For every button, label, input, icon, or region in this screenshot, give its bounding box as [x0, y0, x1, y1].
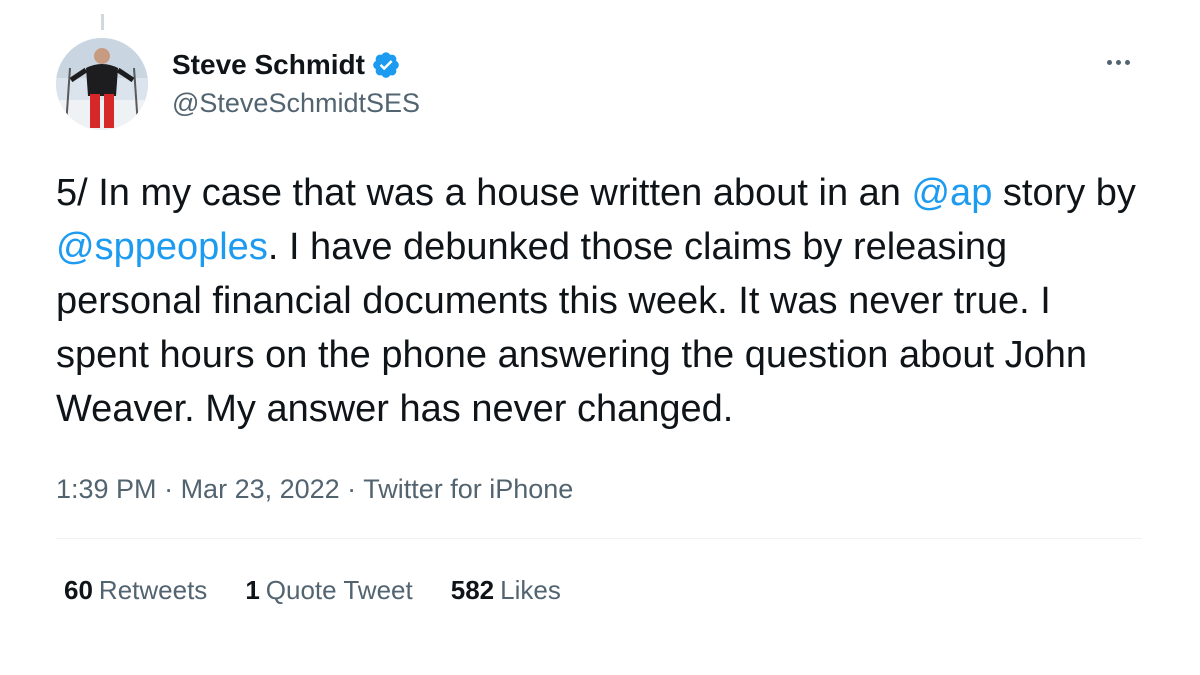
more-options-icon[interactable] — [1098, 52, 1138, 72]
more-dot — [1124, 59, 1130, 65]
tweet-time-link[interactable]: 1:39 PM · Mar 23, 2022 — [56, 474, 340, 504]
likes-stat[interactable]: 582 Likes — [451, 575, 561, 606]
tweet-card: Steve Schmidt @SteveSchmidtSES 5/ In my … — [56, 36, 1142, 641]
meta-separator: · — [339, 474, 364, 504]
mention-link-sppeoples[interactable]: @sppeoples — [56, 226, 268, 268]
more-dot — [1106, 59, 1112, 65]
tweet-text-part: story by — [992, 172, 1136, 214]
quote-tweets-label: Quote Tweet — [265, 574, 413, 605]
tweet-header: Steve Schmidt @SteveSchmidtSES — [56, 36, 1142, 132]
tweet-text-part: 5/ In my case that was a house written a… — [56, 172, 912, 214]
quote-tweets-stat[interactable]: 1 Quote Tweet — [245, 575, 412, 606]
avatar[interactable] — [56, 38, 148, 130]
tweet-meta: 1:39 PM · Mar 23, 2022 · Twitter for iPh… — [56, 472, 1142, 506]
retweets-count: 60 — [64, 574, 93, 605]
retweets-label: Retweets — [98, 574, 208, 605]
engagement-stats: 60 Retweets 1 Quote Tweet 582 Likes — [56, 539, 1142, 641]
more-dot — [1115, 59, 1121, 65]
tweet-time: 1:39 PM — [56, 474, 157, 504]
verified-badge-icon — [371, 50, 401, 80]
author-names: Steve Schmidt @SteveSchmidtSES — [172, 48, 420, 120]
avatar-photo — [56, 38, 148, 130]
likes-label: Likes — [500, 574, 561, 605]
author-display-name[interactable]: Steve Schmidt — [172, 48, 365, 82]
mention-link-ap[interactable]: @ap — [911, 172, 992, 214]
quote-tweets-count: 1 — [245, 574, 260, 605]
thread-connector-line — [101, 14, 104, 30]
likes-count: 582 — [450, 574, 495, 605]
meta-separator: · — [156, 474, 181, 504]
tweet-text: 5/ In my case that was a house written a… — [56, 166, 1142, 436]
retweets-stat[interactable]: 60 Retweets — [64, 575, 207, 606]
author-handle[interactable]: @SteveSchmidtSES — [172, 86, 420, 120]
tweet-source-link[interactable]: Twitter for iPhone — [363, 474, 573, 504]
name-row: Steve Schmidt — [172, 48, 420, 82]
tweet-date: Mar 23, 2022 — [180, 474, 340, 504]
